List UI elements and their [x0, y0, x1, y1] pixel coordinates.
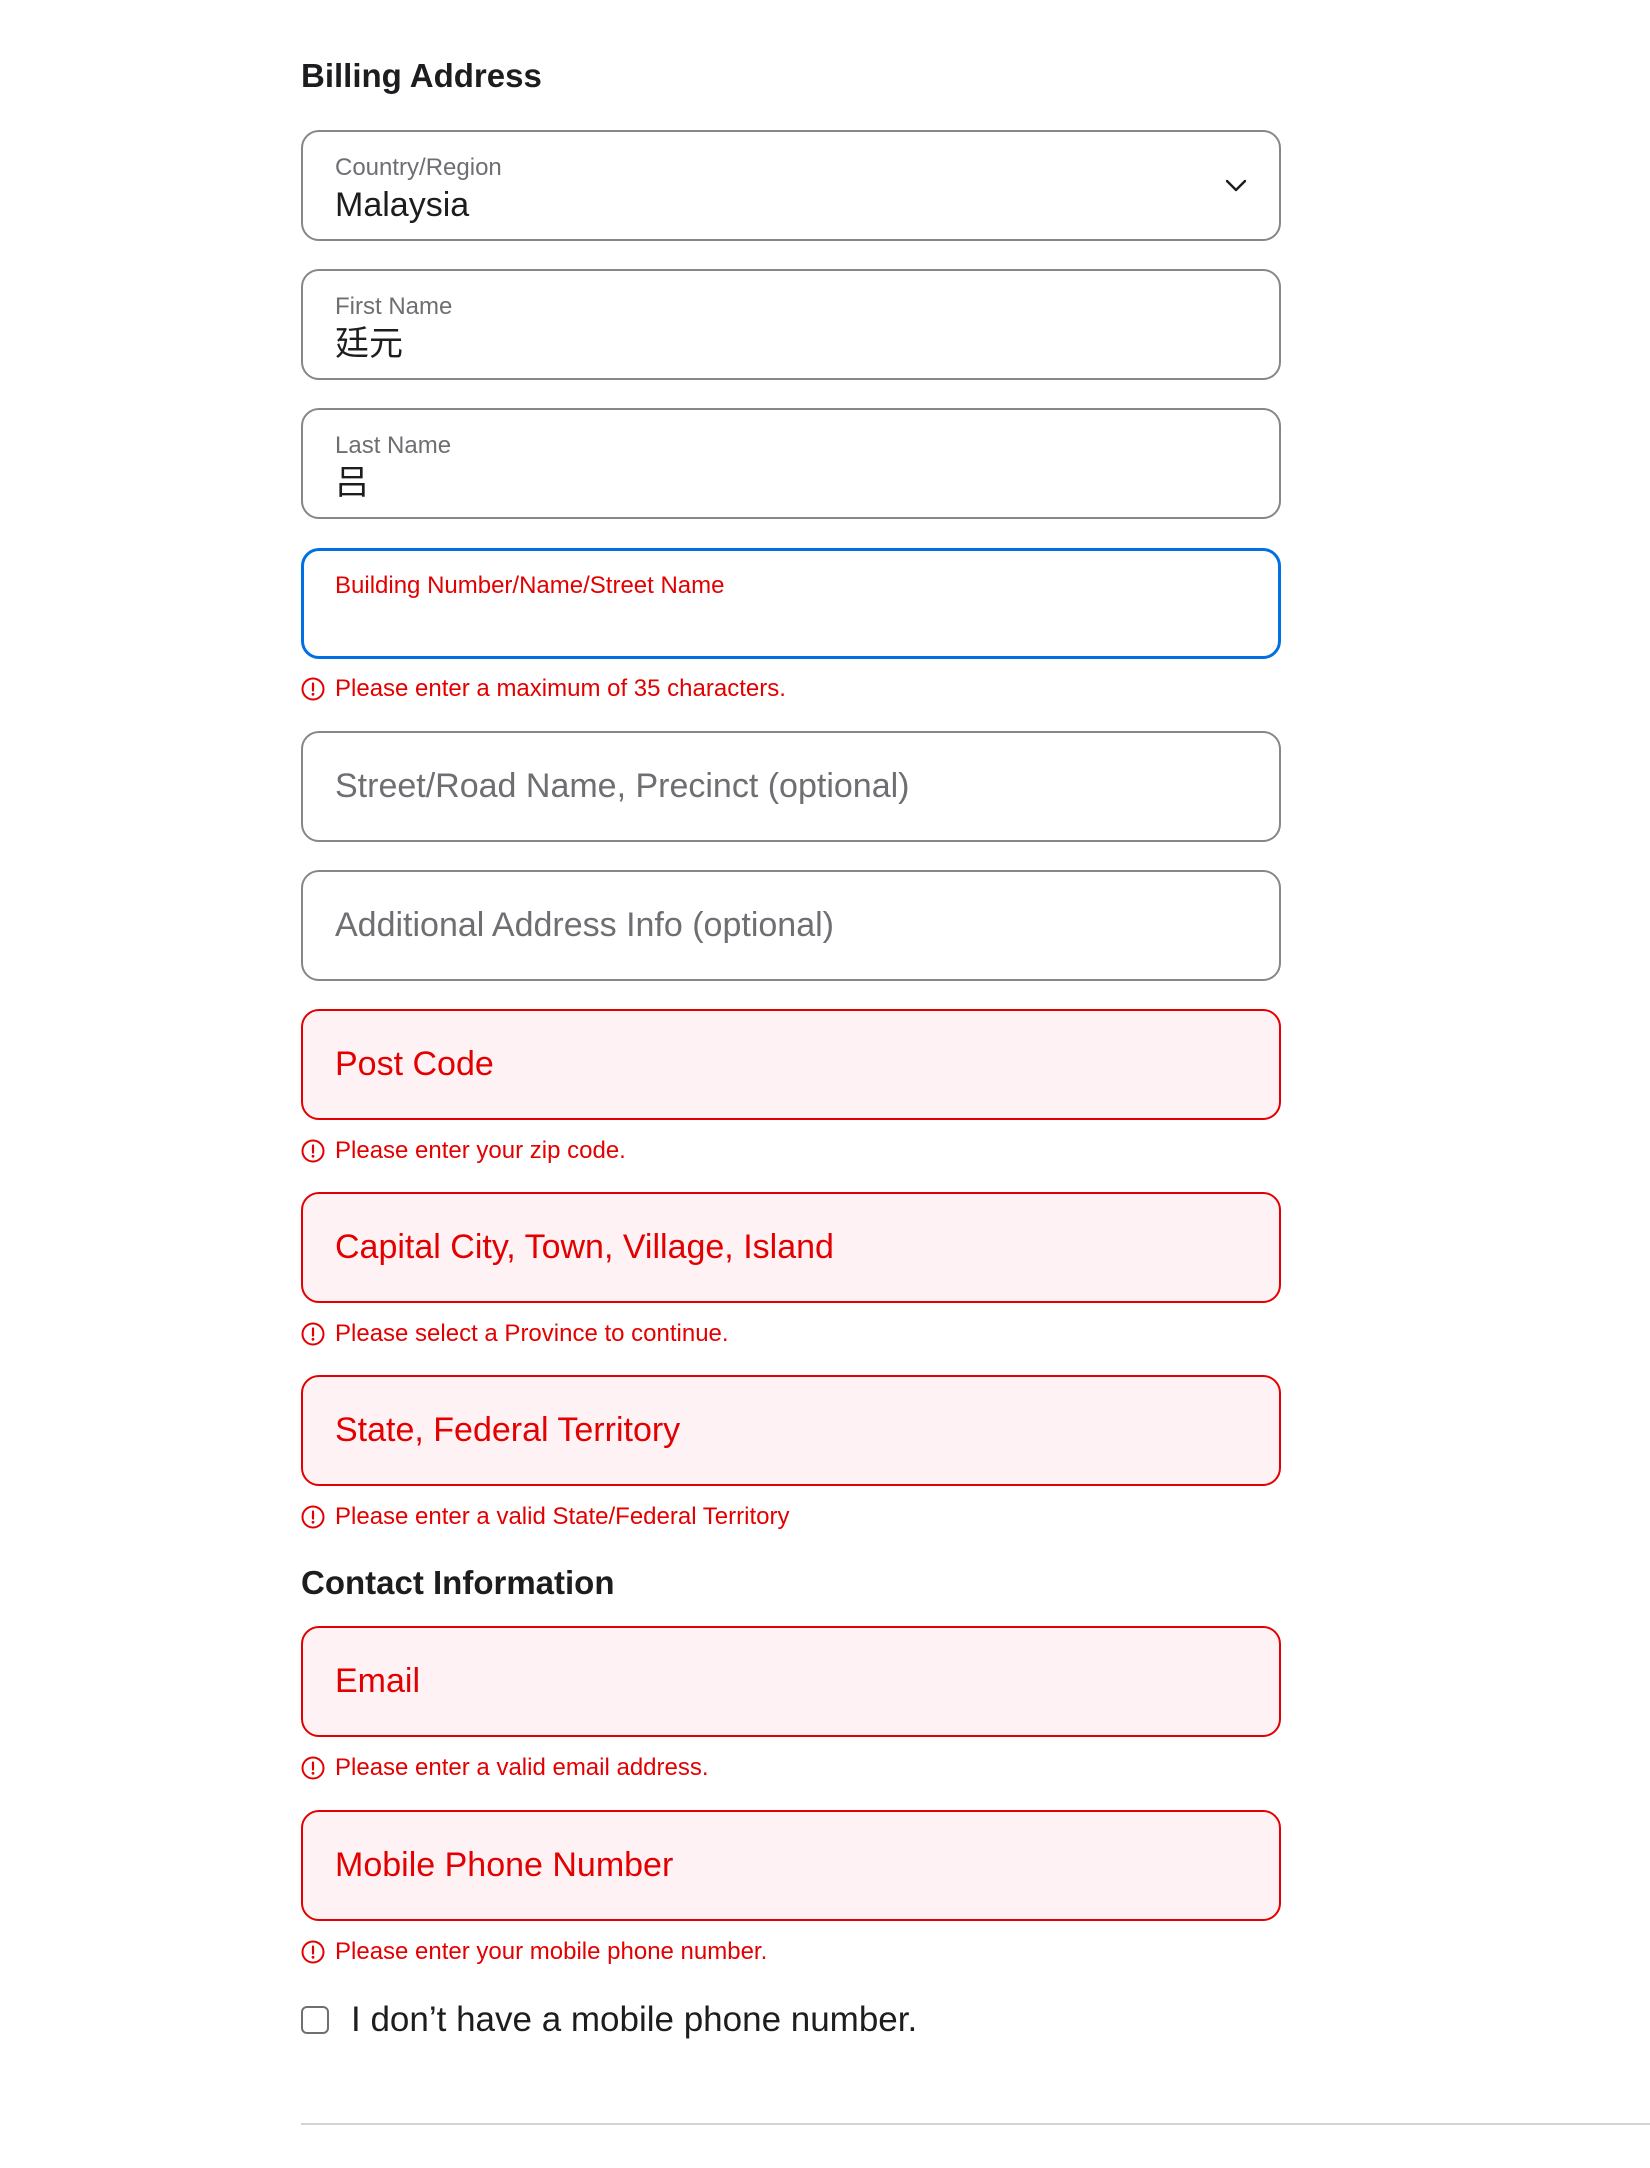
mobile-phone-error-text: Please enter your mobile phone number. [335, 1938, 768, 1965]
additional-address-field[interactable]: Additional Address Info (optional) [301, 870, 1281, 981]
state-error: Please enter a valid State/Federal Terri… [301, 1503, 789, 1532]
email-error: Please enter a valid email address. [301, 1754, 709, 1783]
post-code-field[interactable]: Post Code [301, 1009, 1281, 1120]
footer-area [0, 2125, 1650, 2168]
email-placeholder: Email [335, 1662, 421, 1701]
error-icon [301, 1940, 325, 1964]
error-icon [301, 1139, 325, 1163]
email-error-text: Please enter a valid email address. [335, 1754, 709, 1781]
no-mobile-phone-label: I don’t have a mobile phone number. [351, 2000, 918, 2039]
mobile-phone-placeholder: Mobile Phone Number [335, 1846, 674, 1885]
street-road-field[interactable]: Street/Road Name, Precinct (optional) [301, 731, 1281, 842]
city-error: Please select a Province to continue. [301, 1320, 729, 1349]
state-error-text: Please enter a valid State/Federal Terri… [335, 1503, 790, 1530]
mobile-phone-error: Please enter your mobile phone number. [301, 1938, 767, 1967]
chevron-down-icon [1225, 179, 1247, 192]
country-region-label: Country/Region [335, 154, 502, 181]
last-name-value: 吕 [335, 464, 369, 502]
error-icon [301, 1756, 325, 1780]
last-name-label: Last Name [335, 432, 452, 459]
post-code-placeholder: Post Code [335, 1045, 494, 1084]
additional-address-placeholder: Additional Address Info (optional) [335, 906, 834, 945]
street-address-label: Building Number/Name/Street Name [335, 572, 725, 599]
city-field[interactable]: Capital City, Town, Village, Island [301, 1192, 1281, 1303]
error-icon [301, 1505, 325, 1529]
error-icon [301, 677, 325, 701]
street-road-placeholder: Street/Road Name, Precinct (optional) [335, 767, 910, 806]
city-placeholder: Capital City, Town, Village, Island [335, 1228, 834, 1267]
first-name-field[interactable]: First Name 廷元 [301, 269, 1281, 380]
post-code-error-text: Please enter your zip code. [335, 1137, 626, 1164]
city-error-text: Please select a Province to continue. [335, 1320, 729, 1347]
error-icon [301, 1322, 325, 1346]
street-address-error-text: Please enter a maximum of 35 characters. [335, 675, 786, 702]
contact-information-heading: Contact Information [301, 1564, 615, 1601]
first-name-label: First Name [335, 293, 453, 320]
checkout-billing-page: Billing Address Country/Region Malaysia … [0, 0, 1650, 2168]
email-field[interactable]: Email [301, 1626, 1281, 1737]
no-mobile-phone-checkbox[interactable] [301, 2006, 329, 2034]
billing-address-heading: Billing Address [301, 57, 542, 94]
street-address-field[interactable]: Building Number/Name/Street Name [301, 548, 1281, 659]
state-field[interactable]: State, Federal Territory [301, 1375, 1281, 1486]
country-region-value: Malaysia [335, 186, 470, 224]
last-name-field[interactable]: Last Name 吕 [301, 408, 1281, 519]
post-code-error: Please enter your zip code. [301, 1137, 626, 1166]
country-region-select[interactable]: Country/Region Malaysia [301, 130, 1281, 241]
mobile-phone-field[interactable]: Mobile Phone Number [301, 1810, 1281, 1921]
no-mobile-phone-option[interactable]: I don’t have a mobile phone number. [301, 1999, 917, 2041]
first-name-value: 廷元 [335, 325, 403, 363]
street-address-error: Please enter a maximum of 35 characters. [301, 675, 786, 704]
state-placeholder: State, Federal Territory [335, 1411, 681, 1450]
